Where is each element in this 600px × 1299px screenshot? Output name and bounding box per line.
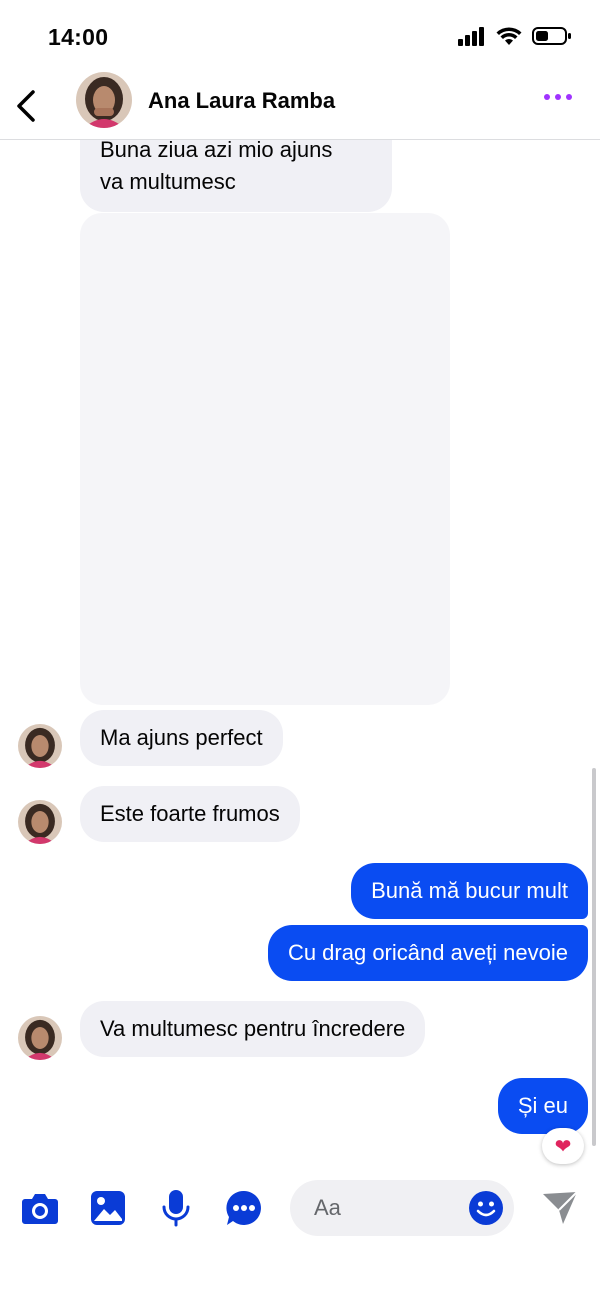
scrollbar[interactable] xyxy=(592,768,596,1146)
message-text: Este foarte frumos xyxy=(100,801,280,826)
wifi-icon xyxy=(496,26,522,51)
outgoing-message[interactable]: Și eu xyxy=(497,1078,588,1134)
gallery-icon xyxy=(91,1191,125,1225)
incoming-message[interactable]: Ma ajuns perfect xyxy=(80,710,283,766)
incoming-message[interactable]: Buna ziua azi mio ajuns va multumesc xyxy=(80,130,392,212)
conversation-header: Ana Laura Ramba xyxy=(0,72,600,140)
more-options-button[interactable] xyxy=(544,94,572,100)
signal-icon xyxy=(458,26,486,51)
camera-icon xyxy=(22,1194,58,1224)
more-dot xyxy=(566,94,572,100)
emoji-icon xyxy=(469,1191,503,1225)
chat-bubble-icon xyxy=(226,1190,261,1225)
microphone-button[interactable] xyxy=(156,1188,196,1228)
outgoing-message[interactable]: Bună mă bucur mult xyxy=(351,863,588,919)
message-avatar xyxy=(18,800,62,844)
more-dot xyxy=(555,94,561,100)
gallery-button[interactable] xyxy=(88,1188,128,1228)
camera-button[interactable] xyxy=(20,1188,60,1228)
status-icons xyxy=(458,26,572,51)
message-avatar xyxy=(18,724,62,768)
message-text: Bună mă bucur mult xyxy=(371,878,568,903)
message-composer: Aa xyxy=(0,1166,600,1252)
send-button[interactable] xyxy=(540,1188,580,1228)
send-icon xyxy=(543,1191,578,1224)
incoming-message[interactable]: Va multumesc pentru încredere xyxy=(80,1001,426,1057)
contact-avatar[interactable] xyxy=(76,72,132,128)
message-text-line: va multumesc xyxy=(100,169,236,194)
incoming-message[interactable]: Este foarte frumos xyxy=(80,786,300,842)
message-text: Ma ajuns perfect xyxy=(100,725,263,750)
more-dots-icon xyxy=(544,94,550,100)
status-bar: 14:00 xyxy=(0,0,600,72)
message-input-placeholder: Aa xyxy=(314,1195,341,1220)
message-avatar xyxy=(18,1016,62,1060)
message-text: Și eu xyxy=(517,1093,568,1118)
message-input[interactable]: Aa xyxy=(290,1180,514,1236)
incoming-media-message[interactable] xyxy=(80,213,450,705)
heart-reaction[interactable]: ❤ xyxy=(542,1128,584,1164)
chat-more-button[interactable] xyxy=(224,1188,264,1228)
microphone-icon xyxy=(162,1190,190,1227)
message-text: Cu drag oricând aveți nevoie xyxy=(287,940,568,965)
contact-name[interactable]: Ana Laura Ramba xyxy=(148,88,335,114)
back-icon xyxy=(17,90,35,122)
back-button[interactable] xyxy=(10,86,42,126)
message-text: Va multumesc pentru încredere xyxy=(100,1016,406,1041)
outgoing-message[interactable]: Cu drag oricând aveți nevoie xyxy=(267,925,588,981)
battery-icon xyxy=(532,26,572,51)
heart-icon: ❤ xyxy=(554,1135,572,1158)
status-time: 14:00 xyxy=(48,24,109,50)
emoji-button[interactable] xyxy=(468,1190,504,1226)
